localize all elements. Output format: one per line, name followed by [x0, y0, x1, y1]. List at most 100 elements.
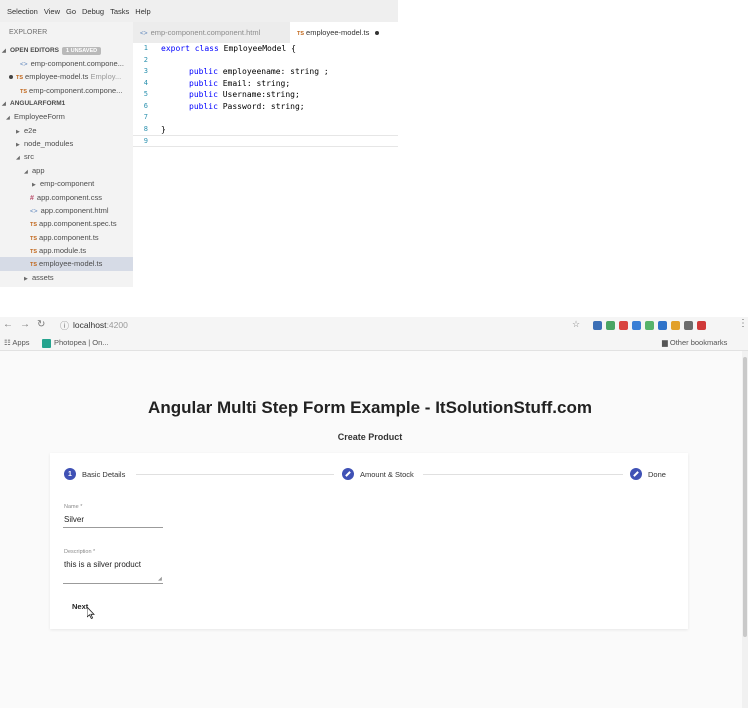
code-line: 7	[133, 112, 398, 124]
menu-go[interactable]: Go	[66, 7, 76, 16]
html-file-icon: <>	[20, 61, 28, 68]
code-keyword: export	[161, 44, 190, 53]
extension-icon[interactable]	[619, 321, 628, 330]
name-field[interactable]: Silver	[64, 515, 84, 524]
name-field-underline	[63, 527, 163, 528]
description-field-label: Description *	[64, 549, 96, 555]
tree-file-module-ts[interactable]: TS app.module.ts	[0, 244, 133, 257]
description-field[interactable]: this is a silver product	[64, 560, 141, 569]
extension-icon[interactable]	[684, 321, 693, 330]
step-number-badge: 1	[64, 468, 76, 480]
code-line: 5 public Username:string;	[133, 89, 398, 101]
tree-label: src	[24, 152, 34, 162]
open-editor-item-active[interactable]: TS employee-model.ts Employ...	[0, 70, 133, 83]
code-field: Password: string;	[222, 101, 305, 111]
project-header[interactable]: ◢ ANGULARFORM1	[0, 97, 133, 110]
step-connector	[423, 474, 623, 475]
extension-icon[interactable]	[645, 321, 654, 330]
tree-file-employee-model[interactable]: TS employee-model.ts	[0, 257, 133, 271]
extension-icons	[593, 321, 710, 330]
forward-arrow-icon[interactable]: →	[20, 319, 30, 330]
code-text: public employeename: string ;	[161, 66, 329, 78]
menu-debug[interactable]: Debug	[82, 7, 104, 16]
bookmark-other[interactable]: ▆ Other bookmarks	[662, 338, 727, 347]
tree-label: assets	[32, 272, 54, 282]
code-text: public Username:string;	[161, 89, 300, 101]
line-number: 1	[143, 44, 148, 52]
mouse-cursor-icon	[87, 607, 95, 619]
reload-icon[interactable]: ↻	[37, 319, 45, 330]
tree-label: employee-model.ts	[39, 259, 103, 269]
chevron-down-icon: ◢	[2, 48, 6, 54]
project-label: ANGULARFORM1	[10, 100, 66, 108]
tab-emp-component-html[interactable]: <> emp-component.component.html	[133, 22, 290, 43]
tree-folder-assets[interactable]: ▶ assets	[0, 271, 133, 284]
scrollbar-thumb[interactable]	[743, 357, 747, 637]
code-line: 8}	[133, 124, 398, 136]
step-connector	[136, 474, 334, 475]
tree-folder-emp-component[interactable]: ▶ emp-component	[0, 177, 133, 190]
angular-extension-icon[interactable]	[697, 321, 706, 330]
ts-file-icon: TS	[30, 235, 38, 242]
url-host: localhost	[73, 320, 107, 330]
tab-employee-model-ts[interactable]: TS employee-model.ts	[290, 22, 398, 43]
open-editor-item[interactable]: <> emp-component.compone...	[0, 57, 133, 70]
explorer-sidebar: EXPLORER ◢ OPEN EDITORS 1 UNSAVED <> emp-co…	[0, 22, 133, 287]
chevron-down-icon: ◢	[24, 168, 28, 175]
tree-folder-src[interactable]: ◢ src	[0, 150, 133, 163]
extension-icon[interactable]	[593, 321, 602, 330]
bookmark-apps[interactable]: ☷ Apps	[4, 338, 30, 347]
tree-file-component-ts[interactable]: TS app.component.ts	[0, 231, 133, 244]
code-keyword: public	[189, 90, 218, 99]
ts-file-icon: TS	[30, 222, 38, 229]
tree-folder-employeeform[interactable]: ◢ EmployeeForm	[0, 110, 133, 123]
line-number: 2	[143, 55, 148, 64]
extension-icon[interactable]	[658, 321, 667, 330]
bookmark-photopea[interactable]: Photopea | On...	[42, 338, 109, 348]
textarea-resize-handle[interactable]: ◢	[158, 576, 162, 582]
back-arrow-icon[interactable]: ←	[3, 319, 13, 330]
bookmark-star-icon[interactable]: ☆	[572, 319, 580, 330]
chrome-menu-icon[interactable]: ⋮	[738, 318, 748, 329]
ts-file-icon: TS	[297, 31, 305, 37]
code-class-name: EmployeeModel {	[223, 44, 296, 53]
tree-folder-app[interactable]: ◢ app	[0, 164, 133, 177]
ts-file-icon: TS	[16, 75, 24, 82]
tree-label: app.module.ts	[39, 246, 87, 256]
tree-label: app.component.html	[40, 205, 109, 215]
tree-file-spec-ts[interactable]: TS app.component.spec.ts	[0, 217, 133, 230]
extension-icon[interactable]	[632, 321, 641, 330]
extension-icon[interactable]	[671, 321, 680, 330]
unsaved-dot-icon	[375, 31, 380, 36]
step-done[interactable]: Done	[630, 468, 666, 480]
menu-help[interactable]: Help	[135, 7, 150, 16]
step-label: Basic Details	[82, 469, 126, 479]
page-info-icon[interactable]: ⓘ	[60, 319, 69, 332]
css-file-icon: #	[30, 194, 34, 202]
tree-file-html[interactable]: <> app.component.html	[0, 204, 133, 217]
address-bar[interactable]: localhost:4200	[73, 320, 128, 330]
open-editor-item[interactable]: TS emp-component.compone...	[0, 84, 133, 97]
tab-label: employee-model.ts	[306, 28, 370, 37]
tree-file-css[interactable]: # app.component.css	[0, 191, 133, 204]
tree-label: emp-component	[40, 179, 95, 189]
explorer-title: EXPLORER	[9, 29, 48, 36]
step-basic-details[interactable]: 1 Basic Details	[64, 468, 125, 480]
html-file-icon: <>	[140, 30, 148, 37]
step-amount-stock[interactable]: Amount & Stock	[342, 468, 414, 480]
code-line: 4 public Email: string;	[133, 78, 398, 90]
tree-folder-e2e[interactable]: ▶ e2e	[0, 124, 133, 137]
html-file-icon: <>	[30, 207, 38, 215]
screen: Selection View Go Debug Tasks Help EXPLO…	[0, 0, 748, 708]
code-editor[interactable]: 1 export class EmployeeModel { 2 3 public …	[133, 43, 398, 287]
code-keyword: public	[189, 101, 218, 111]
menu-selection[interactable]: Selection	[7, 7, 38, 16]
extension-icon[interactable]	[606, 321, 615, 330]
menu-view[interactable]: View	[44, 7, 60, 16]
open-editors-header[interactable]: ◢ OPEN EDITORS 1 UNSAVED	[0, 44, 133, 57]
tree-folder-node-modules[interactable]: ▶ node_modules	[0, 137, 133, 150]
code-line: 1 export class EmployeeModel {	[133, 43, 398, 55]
chevron-right-icon: ▶	[16, 141, 20, 148]
open-editor-detail: Employ...	[90, 72, 122, 82]
menu-tasks[interactable]: Tasks	[110, 7, 129, 16]
